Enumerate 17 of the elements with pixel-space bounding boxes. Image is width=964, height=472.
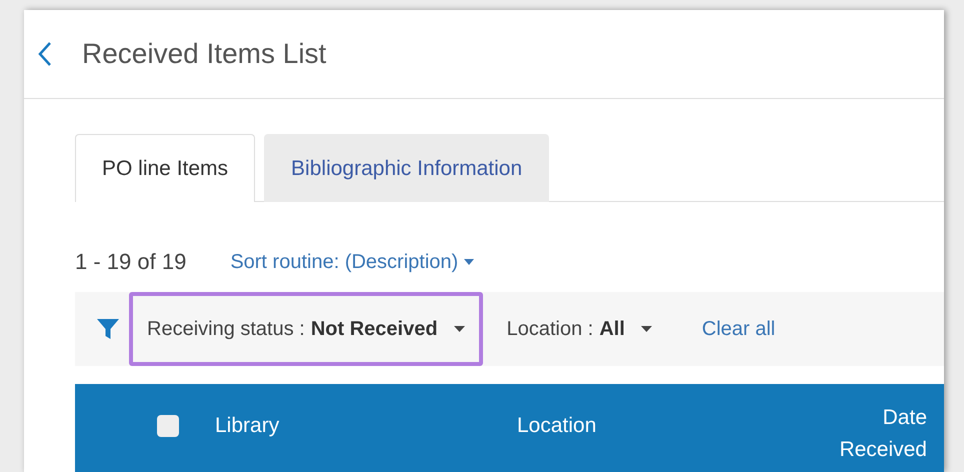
caret-icon — [464, 259, 474, 265]
filter-dropdown[interactable]: Receiving status : Not Received — [129, 292, 483, 366]
page-title: Received Items List — [82, 38, 326, 70]
column-header[interactable]: Location — [517, 414, 817, 438]
caret-icon — [454, 326, 465, 332]
column-header[interactable]: Date Received — [817, 402, 951, 466]
back-icon[interactable] — [38, 41, 52, 67]
filter-dropdown[interactable]: Location : All — [488, 292, 670, 366]
caret-icon — [640, 326, 652, 332]
tab[interactable]: Bibliographic Information — [264, 134, 550, 202]
sort-dropdown[interactable]: Sort routine: (Description) — [230, 250, 474, 274]
tab[interactable]: PO line Items — [75, 134, 256, 202]
result-count: 1 - 19 of 19 — [75, 249, 186, 275]
select-all-checkbox[interactable] — [157, 415, 179, 437]
clear-all-link[interactable]: Clear all — [702, 318, 776, 340]
filter-icon[interactable] — [97, 319, 119, 339]
column-header[interactable]: Library — [215, 414, 517, 438]
